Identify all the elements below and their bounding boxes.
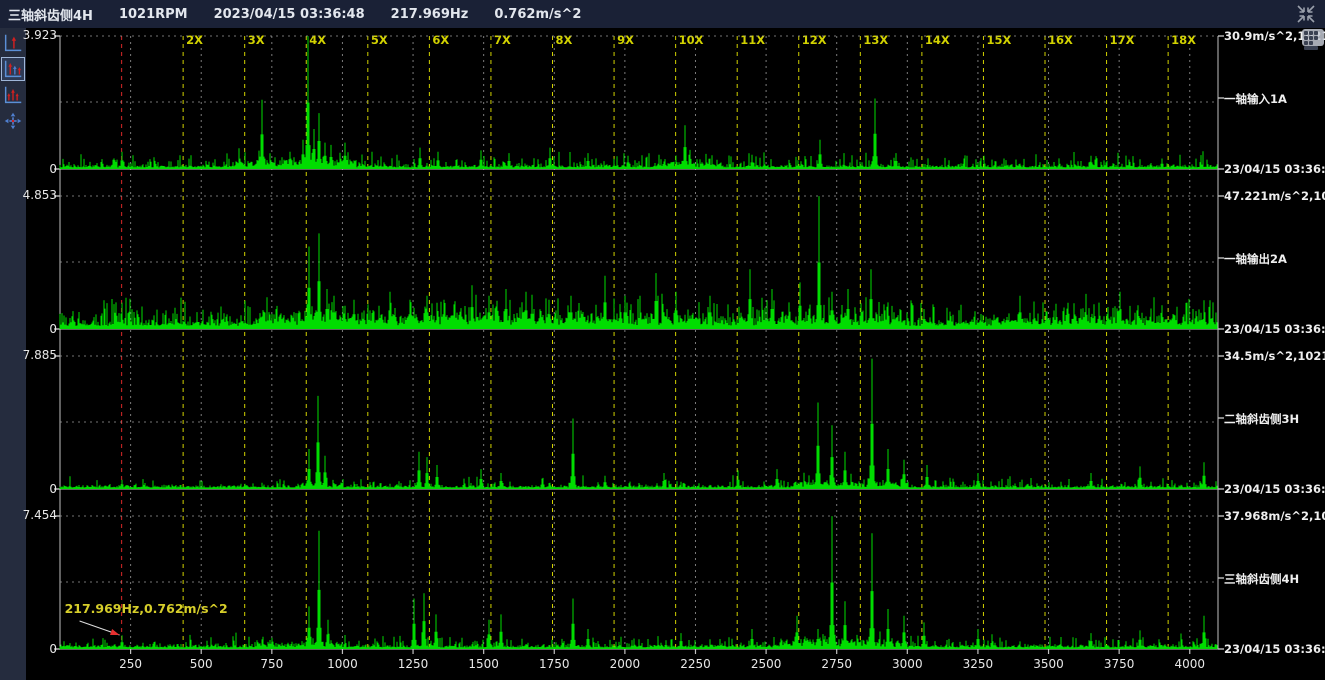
spectrum-plot-area[interactable]: 2X 3X 4X 5X 6X 7X 8X 9X 10X 11X 12X 13X 14X 15X 16X 17X…: [60, 36, 1218, 649]
x-tick-label: 2250: [680, 657, 711, 671]
y-zero-label: 0: [0, 322, 57, 336]
x-tick-label: 1750: [539, 657, 570, 671]
harmonic-label: 12X: [802, 33, 827, 47]
harmonic-label: 13X: [863, 33, 888, 47]
x-tick-label: 250: [119, 657, 142, 671]
channel-peak-info: 47.221m/s^2,1021RPM: [1224, 189, 1325, 203]
x-tick-label: 750: [260, 657, 283, 671]
channel-timestamp: 23/04/15 03:36:48: [1224, 482, 1325, 496]
harmonic-label: 11X: [740, 33, 765, 47]
channel-peak-info: 37.968m/s^2,1021RPM: [1224, 509, 1325, 523]
harmonic-label: 7X: [494, 33, 511, 47]
x-tick-label: 4000: [1174, 657, 1205, 671]
harmonic-label: 2X: [186, 33, 203, 47]
channel-peak-info: 34.5m/s^2,1021RPM: [1224, 349, 1325, 363]
header-rpm: 1021RPM: [119, 7, 188, 22]
harmonic-label: 10X: [679, 33, 704, 47]
x-tick-label: 500: [190, 657, 213, 671]
y-max-label: 7.885: [0, 348, 57, 362]
channel-name: 一轴输入1A: [1224, 91, 1325, 107]
header-title: 三轴斜齿侧4H: [8, 5, 93, 24]
harmonic-label: 18X: [1171, 33, 1196, 47]
harmonic-label: 16X: [1048, 33, 1073, 47]
y-max-label: 3.923: [0, 28, 57, 42]
svg-text:217.969Hz,0.762m/s^2: 217.969Hz,0.762m/s^2: [65, 601, 228, 616]
header-datetime: 2023/04/15 03:36:48: [214, 7, 365, 22]
harmonic-label: 8X: [556, 33, 573, 47]
spectrum-trace: [60, 196, 1217, 329]
x-tick-label: 3250: [963, 657, 994, 671]
mini-keyboard-icon[interactable]: [1302, 29, 1324, 46]
harmonic-label: 9X: [617, 33, 634, 47]
harmonic-label: 17X: [1110, 33, 1135, 47]
x-tick-label: 3000: [892, 657, 923, 671]
x-tick-label: 1000: [327, 657, 358, 671]
y-max-label: 7.454: [0, 508, 57, 522]
channel-timestamp: 23/04/15 03:36:48: [1224, 162, 1325, 176]
channel-timestamp: 23/04/15 03:36:48: [1224, 642, 1325, 656]
harmonic-cursor-icon[interactable]: [1, 57, 25, 81]
channel-timestamp: 23/04/15 03:36:48: [1224, 322, 1325, 336]
x-tick-label: 2000: [610, 657, 641, 671]
spectrum-svg[interactable]: 2X 3X 4X 5X 6X 7X 8X 9X 10X 11X 12X 13X 14X 15X 16X 17X…: [60, 36, 1218, 661]
spectrum-trace: [60, 36, 1217, 169]
harmonic-label: 15X: [986, 33, 1011, 47]
spectrum-trace: [60, 516, 1217, 649]
sideband-cursor-icon[interactable]: [1, 83, 25, 107]
spectrum-trace: [60, 359, 1217, 489]
y-zero-label: 0: [0, 482, 57, 496]
harmonic-label: 4X: [309, 33, 326, 47]
y-max-label: 4.853: [0, 188, 57, 202]
channel-name: 一轴输出2A: [1224, 251, 1325, 267]
header-amplitude: 0.762m/s^2: [494, 7, 581, 22]
harmonic-label: 3X: [248, 33, 265, 47]
harmonic-label: 14X: [925, 33, 950, 47]
header-frequency: 217.969Hz: [391, 7, 469, 22]
channel-name: 二轴斜齿侧3H: [1224, 411, 1325, 427]
channel-name: 三轴斜齿侧4H: [1224, 571, 1325, 587]
x-tick-label: 2750: [821, 657, 852, 671]
header-bar: 三轴斜齿侧4H 1021RPM 2023/04/15 03:36:48 217.…: [0, 0, 1325, 28]
x-tick-label: 3500: [1033, 657, 1064, 671]
x-tick-label: 2500: [751, 657, 782, 671]
harmonic-label: 5X: [371, 33, 388, 47]
x-tick-label: 3750: [1104, 657, 1135, 671]
cursor-annotation: 217.969Hz,0.762m/s^2: [65, 601, 228, 635]
y-zero-label: 0: [0, 642, 57, 656]
collapse-icon[interactable]: [1295, 3, 1317, 25]
pan-move-icon[interactable]: [1, 109, 25, 133]
y-zero-label: 0: [0, 162, 57, 176]
harmonic-label: 6X: [432, 33, 449, 47]
x-tick-label: 1500: [468, 657, 499, 671]
x-tick-label: 1250: [398, 657, 429, 671]
